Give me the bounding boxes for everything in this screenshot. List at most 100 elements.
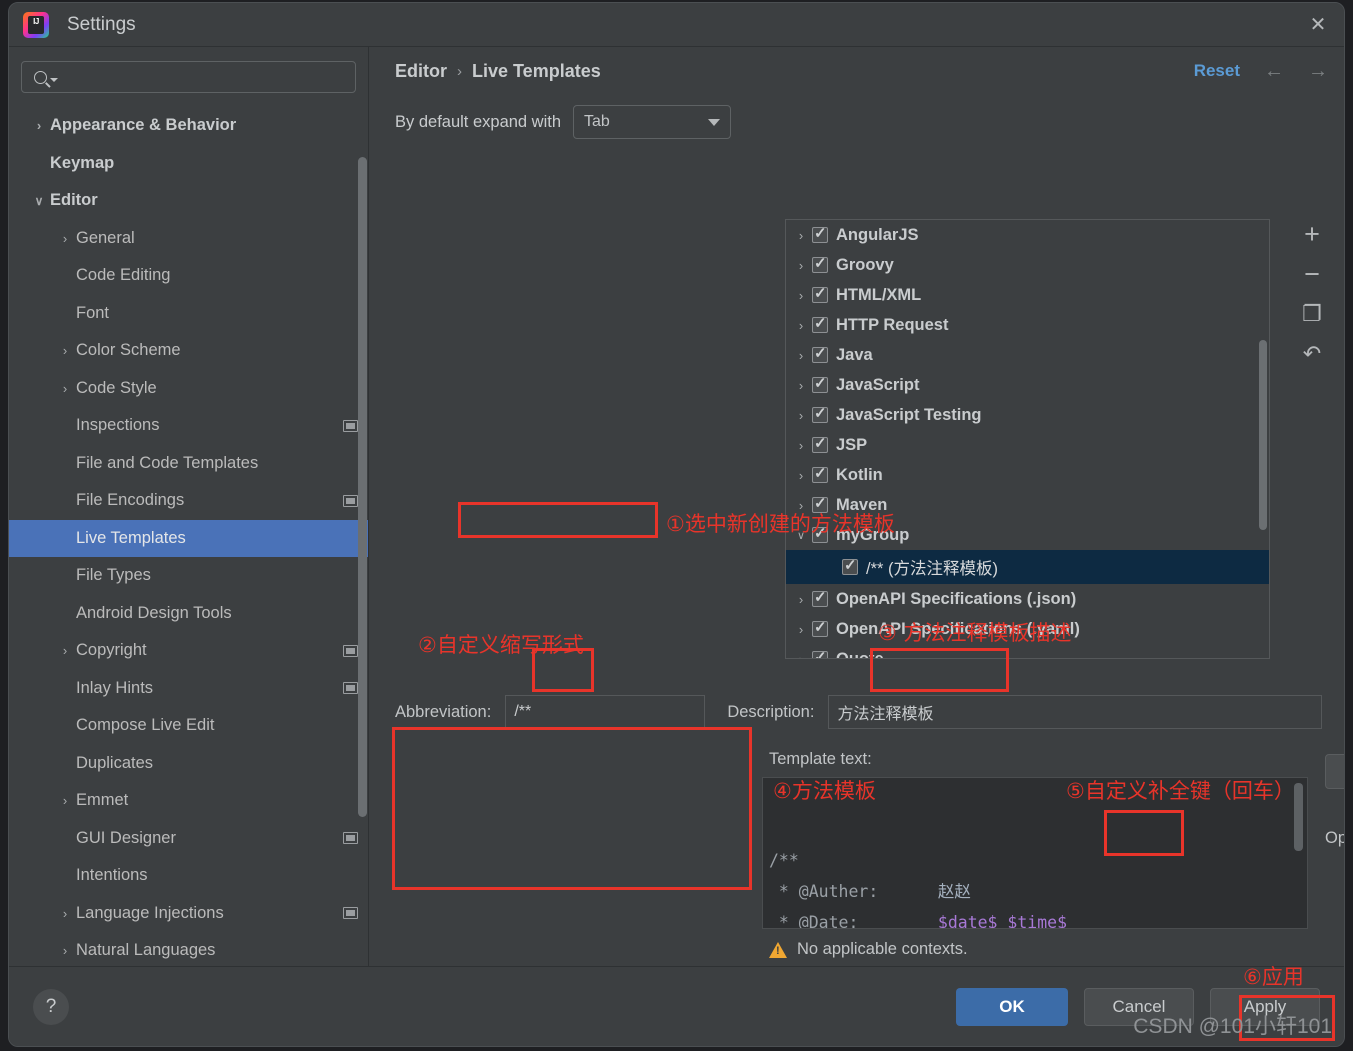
template-group-row[interactable]: ∨ myGroup: [786, 520, 1269, 550]
revert-icon[interactable]: ↶: [1303, 342, 1321, 366]
reset-link[interactable]: Reset: [1194, 61, 1240, 81]
sidebar-item-natural-languages[interactable]: › Natural Languages: [9, 932, 368, 966]
template-group-row[interactable]: › OpenAPI Specifications (.json): [786, 584, 1269, 614]
chevron-right-icon[interactable]: ›: [790, 592, 812, 607]
chevron-right-icon[interactable]: ›: [790, 348, 812, 363]
sidebar-item-general[interactable]: › General: [9, 220, 368, 258]
chevron-down-icon[interactable]: ∨: [31, 194, 47, 208]
breadcrumb-parent[interactable]: Editor: [395, 61, 447, 82]
back-arrow-icon[interactable]: ←: [1264, 60, 1284, 83]
chevron-right-icon[interactable]: ›: [790, 258, 812, 273]
edit-variables-button[interactable]: Edit Variables...: [1325, 754, 1344, 789]
forward-arrow-icon[interactable]: →: [1308, 60, 1328, 83]
sidebar-item-gui-designer[interactable]: GUI Designer: [9, 820, 368, 858]
chevron-right-icon[interactable]: ›: [790, 498, 812, 513]
sidebar-item-compose-live-edit[interactable]: Compose Live Edit: [9, 707, 368, 745]
template-enabled-checkbox[interactable]: [812, 494, 828, 513]
remove-icon[interactable]: −: [1304, 261, 1320, 288]
close-icon[interactable]: ✕: [1292, 3, 1344, 46]
sidebar-item-android-design-tools[interactable]: Android Design Tools: [9, 595, 368, 633]
sidebar-item-inspections[interactable]: Inspections: [9, 407, 368, 445]
template-text-scrollbar[interactable]: [1294, 783, 1303, 851]
template-group-row[interactable]: › HTML/XML: [786, 280, 1269, 310]
chevron-right-icon[interactable]: ›: [790, 652, 812, 659]
sidebar-item-intentions[interactable]: Intentions: [9, 857, 368, 895]
template-group-row[interactable]: › AngularJS: [786, 220, 1269, 250]
chevron-right-icon[interactable]: ›: [790, 622, 812, 637]
sidebar-item-color-scheme[interactable]: › Color Scheme: [9, 332, 368, 370]
sidebar-item-inlay-hints[interactable]: Inlay Hints: [9, 670, 368, 708]
chevron-right-icon[interactable]: ›: [57, 906, 73, 921]
add-icon[interactable]: +: [1304, 221, 1320, 248]
live-templates-scrollbar[interactable]: [1259, 340, 1267, 530]
search-dropdown-caret-icon[interactable]: [50, 78, 58, 82]
template-group-row[interactable]: › JavaScript: [786, 370, 1269, 400]
sidebar-item-copyright[interactable]: › Copyright: [9, 632, 368, 670]
settings-category-tree[interactable]: › Appearance & Behavior Keymap ∨ Editor › Gene…: [9, 103, 368, 966]
template-enabled-checkbox[interactable]: [812, 254, 828, 273]
sidebar-item-keymap[interactable]: Keymap: [9, 145, 368, 183]
template-enabled-checkbox[interactable]: [812, 314, 828, 333]
chevron-right-icon[interactable]: ›: [57, 231, 73, 246]
template-group-row[interactable]: › Quote: [786, 644, 1269, 659]
description-input[interactable]: 方法注释模板: [828, 695, 1322, 729]
chevron-right-icon[interactable]: ›: [790, 438, 812, 453]
template-text-editor[interactable]: /** * @Auther: 赵赵 * @Date: $date$ $time$…: [762, 777, 1308, 929]
help-button[interactable]: ?: [33, 988, 69, 1025]
template-group-row[interactable]: › Kotlin: [786, 460, 1269, 490]
default-expand-select[interactable]: Tab: [573, 105, 732, 139]
template-enabled-checkbox[interactable]: [812, 374, 828, 393]
template-enabled-checkbox[interactable]: [812, 404, 828, 423]
sidebar-item-language-injections[interactable]: › Language Injections: [9, 895, 368, 933]
sidebar-item-file-types[interactable]: File Types: [9, 557, 368, 595]
chevron-right-icon[interactable]: ›: [57, 793, 73, 808]
search-box[interactable]: [21, 61, 356, 93]
template-group-row[interactable]: › HTTP Request: [786, 310, 1269, 340]
chevron-right-icon[interactable]: ›: [57, 343, 73, 358]
chevron-down-icon[interactable]: ∨: [790, 529, 812, 542]
sidebar-item-emmet[interactable]: › Emmet: [9, 782, 368, 820]
sidebar-item-appearance-behavior[interactable]: › Appearance & Behavior: [9, 107, 368, 145]
live-templates-tree-panel[interactable]: ›AngularJS›Groovy›HTML/XML›HTTP Request›…: [785, 219, 1270, 659]
sidebar-item-duplicates[interactable]: Duplicates: [9, 745, 368, 783]
chevron-right-icon[interactable]: ›: [790, 288, 812, 303]
template-group-row[interactable]: › JSP: [786, 430, 1269, 460]
chevron-right-icon[interactable]: ›: [57, 381, 73, 396]
template-group-row[interactable]: › Java: [786, 340, 1269, 370]
template-enabled-checkbox[interactable]: [842, 556, 858, 575]
abbreviation-input[interactable]: /**: [505, 695, 706, 729]
sidebar-item-file-and-code-templates[interactable]: File and Code Templates: [9, 445, 368, 483]
template-enabled-checkbox[interactable]: [812, 648, 828, 658]
template-group-row[interactable]: › Maven: [786, 490, 1269, 520]
sidebar-item-editor[interactable]: ∨ Editor: [9, 182, 368, 220]
chevron-right-icon[interactable]: ›: [790, 228, 812, 243]
template-enabled-checkbox[interactable]: [812, 344, 828, 363]
sidebar-item-code-editing[interactable]: Code Editing: [9, 257, 368, 295]
chevron-right-icon[interactable]: ›: [57, 643, 73, 658]
chevron-right-icon[interactable]: ›: [790, 318, 812, 333]
sidebar-item-file-encodings[interactable]: File Encodings: [9, 482, 368, 520]
sidebar-scrollbar[interactable]: [358, 157, 367, 817]
template-enabled-checkbox[interactable]: [812, 284, 828, 303]
live-templates-toolbar[interactable]: + − ❐ ↶: [1290, 221, 1334, 366]
chevron-right-icon[interactable]: ›: [31, 118, 47, 133]
ok-button[interactable]: OK: [956, 987, 1068, 1026]
chevron-right-icon[interactable]: ›: [790, 378, 812, 393]
template-enabled-checkbox[interactable]: [812, 224, 828, 243]
chevron-right-icon[interactable]: ›: [790, 468, 812, 483]
copy-icon[interactable]: ❐: [1302, 302, 1322, 326]
sidebar-item-code-style[interactable]: › Code Style: [9, 370, 368, 408]
template-enabled-checkbox[interactable]: [812, 524, 828, 543]
sidebar-item-font[interactable]: Font: [9, 295, 368, 333]
search-input[interactable]: [64, 69, 347, 85]
template-enabled-checkbox[interactable]: [812, 618, 828, 637]
template-enabled-checkbox[interactable]: [812, 434, 828, 453]
live-templates-tree[interactable]: ›AngularJS›Groovy›HTML/XML›HTTP Request›…: [786, 220, 1269, 659]
chevron-right-icon[interactable]: ›: [57, 943, 73, 958]
sidebar-item-live-templates[interactable]: Live Templates: [9, 519, 368, 557]
template-group-row[interactable]: /** (方法注释模板): [786, 550, 1269, 584]
template-enabled-checkbox[interactable]: [812, 588, 828, 607]
template-group-row[interactable]: › JavaScript Testing: [786, 400, 1269, 430]
template-group-row[interactable]: › OpenAPI Specifications (.yaml): [786, 614, 1269, 644]
template-enabled-checkbox[interactable]: [812, 464, 828, 483]
